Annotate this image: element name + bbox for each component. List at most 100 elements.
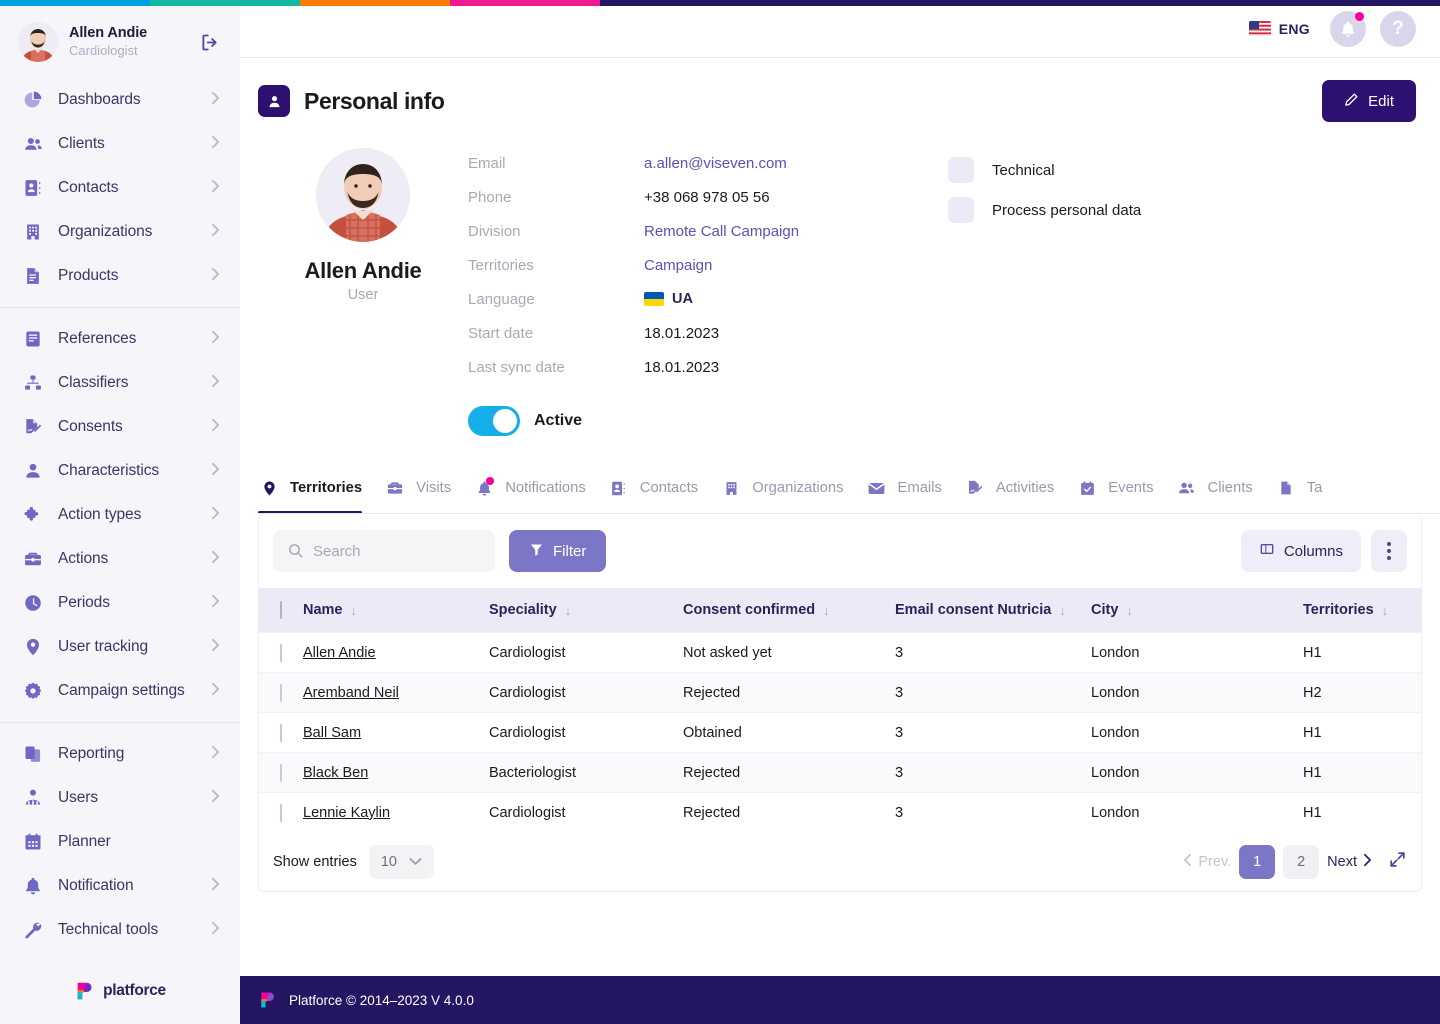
sidebar-profile[interactable]: Allen Andie Cardiologist [0, 6, 240, 76]
column-header-name[interactable]: Name ↓ [303, 588, 489, 633]
prev-page-button[interactable]: Prev. [1183, 853, 1231, 871]
tab-clients[interactable]: Clients [1172, 477, 1271, 513]
sidebar-item-action-types[interactable]: Action types [0, 493, 240, 537]
row-checkbox[interactable] [280, 683, 282, 702]
field-label: Email [468, 154, 506, 172]
row-name-link[interactable]: Black Ben [303, 765, 368, 781]
cell-speciality: Cardiologist [489, 712, 683, 753]
contact-book-icon [608, 477, 630, 499]
tab-notifications[interactable]: Notifications [469, 477, 604, 513]
select-all-checkbox[interactable] [280, 601, 282, 619]
briefcase-icon [22, 548, 44, 570]
chevron-right-icon [211, 135, 223, 154]
row-name-link[interactable]: Lennie Kaylin [303, 805, 390, 821]
tab-activities[interactable]: Activities [960, 477, 1072, 513]
table-row: Aremband Neil Cardiologist Rejected 3 Lo… [259, 672, 1421, 713]
row-checkbox[interactable] [280, 763, 282, 782]
notifications-button[interactable] [1330, 10, 1366, 47]
active-toggle[interactable] [468, 406, 520, 436]
sidebar-item-contacts[interactable]: Contacts [0, 166, 240, 210]
cell-name: Lennie Kaylin [303, 792, 489, 833]
language-code: UA [672, 291, 693, 307]
sidebar-item-notification[interactable]: Notification [0, 864, 240, 908]
sidebar-item-label: Consents [58, 418, 123, 435]
column-header-territories[interactable]: Territories ↓ [1303, 588, 1421, 633]
edit-button[interactable]: Edit [1322, 80, 1416, 122]
tab-events[interactable]: Events [1072, 477, 1171, 513]
toggle-knob [493, 409, 517, 433]
columns-button-label: Columns [1283, 542, 1343, 560]
sidebar-item-dashboards[interactable]: Dashboards [0, 78, 240, 122]
process-personal-data-checkbox[interactable] [948, 197, 974, 223]
sort-icon: ↓ [564, 602, 572, 618]
edit-button-label: Edit [1368, 92, 1394, 110]
next-page-button[interactable]: Next [1327, 853, 1372, 871]
chevron-right-icon [211, 550, 223, 569]
sidebar-item-consents[interactable]: Consents [0, 405, 240, 449]
cell-territories: H1 [1303, 712, 1421, 753]
help-button[interactable]: ? [1380, 10, 1416, 47]
page-button-2[interactable]: 2 [1283, 844, 1320, 879]
table-head: Name ↓ Speciality ↓ Consent confirmed ↓ Ema… [259, 588, 1421, 633]
language-selector[interactable]: ENG [1248, 21, 1310, 37]
tab-tasks[interactable]: Ta [1271, 477, 1341, 513]
sidebar-item-campaign-settings[interactable]: Campaign settings [0, 669, 240, 713]
tab-organizations[interactable]: Organizations [716, 477, 861, 513]
cell-name: Ball Sam [303, 712, 489, 753]
column-header-city[interactable]: City ↓ [1091, 588, 1303, 633]
sidebar-item-periods[interactable]: Periods [0, 581, 240, 625]
column-header-consent-confirmed[interactable]: Consent confirmed ↓ [683, 588, 895, 633]
profile-summary: Allen Andie User [258, 144, 468, 436]
sidebar-item-technical-tools[interactable]: Technical tools [0, 908, 240, 952]
tab-label: Territories [290, 480, 363, 496]
tab-emails[interactable]: Emails [862, 477, 960, 513]
tab-territories[interactable]: Territories [258, 477, 380, 513]
row-name-link[interactable]: Allen Andie [303, 645, 376, 661]
profile-text: Allen Andie Cardiologist [69, 24, 185, 59]
sidebar-item-classifiers[interactable]: Classifiers [0, 361, 240, 405]
filter-button[interactable]: Filter [509, 530, 607, 572]
expand-icon[interactable] [1388, 850, 1407, 874]
technical-checkbox[interactable] [948, 157, 974, 183]
sort-icon: ↓ [1126, 602, 1133, 618]
page-button-1[interactable]: 1 [1239, 844, 1276, 879]
row-checkbox[interactable] [280, 803, 282, 822]
row-name-link[interactable]: Ball Sam [303, 725, 361, 741]
sidebar-item-references[interactable]: References [0, 317, 240, 361]
tab-label: Clients [1207, 480, 1253, 496]
sidebar-item-users[interactable]: Users [0, 776, 240, 820]
sidebar-item-organizations[interactable]: Organizations [0, 210, 240, 254]
clipboard-icon [22, 743, 44, 765]
row-select-cell [259, 632, 303, 673]
sidebar-item-products[interactable]: Products [0, 254, 240, 298]
logout-icon[interactable] [196, 29, 222, 55]
sidebar-item-characteristics[interactable]: Characteristics [0, 449, 240, 493]
sidebar-item-reporting[interactable]: Reporting [0, 732, 240, 776]
field-value-territories[interactable]: Campaign [644, 257, 712, 274]
building-icon [720, 477, 742, 499]
field-value-email[interactable]: a.allen@viseven.com [644, 155, 787, 172]
top-bar: ENG ? [240, 0, 1440, 58]
sidebar-item-clients[interactable]: Clients [0, 122, 240, 166]
cell-speciality: Cardiologist [489, 672, 683, 713]
column-header-email-consent-nutricia[interactable]: Email consent Nutricia ↓ [895, 588, 1091, 633]
sort-icon: ↓ [823, 602, 830, 618]
entries-per-page-select[interactable]: 10 [368, 844, 434, 879]
tab-visits[interactable]: Visits [380, 477, 469, 513]
search-input[interactable] [273, 530, 495, 572]
field-value-division[interactable]: Remote Call Campaign [644, 223, 799, 240]
sidebar-item-actions[interactable]: Actions [0, 537, 240, 581]
pagination-controls: Prev. 1 2 Next [1183, 844, 1407, 879]
more-vertical-icon[interactable] [1371, 530, 1407, 572]
tab-contacts[interactable]: Contacts [604, 477, 716, 513]
row-name-link[interactable]: Aremband Neil [303, 685, 399, 701]
hierarchy-icon [22, 372, 44, 394]
columns-button[interactable]: Columns [1240, 530, 1361, 572]
sidebar-item-user-tracking[interactable]: User tracking [0, 625, 240, 669]
sidebar-item-planner[interactable]: Planner [0, 820, 240, 864]
person-icon [22, 460, 44, 482]
row-checkbox[interactable] [280, 723, 282, 742]
row-checkbox[interactable] [280, 643, 282, 662]
chevron-right-icon [211, 179, 223, 198]
column-header-speciality[interactable]: Speciality ↓ [489, 588, 683, 633]
